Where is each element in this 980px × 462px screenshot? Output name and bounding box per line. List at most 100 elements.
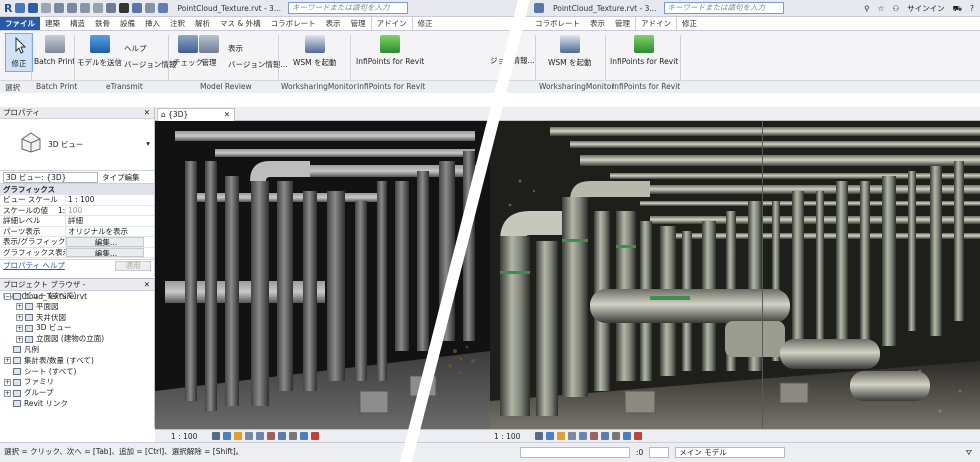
property-row[interactable]: スケールの値 1: 100 (0, 205, 154, 216)
sun-path-icon[interactable] (234, 432, 243, 440)
tab-13[interactable]: 修正 (413, 17, 438, 30)
send-model-button[interactable]: モデルを送信 (77, 35, 122, 68)
open-icon[interactable] (15, 3, 26, 13)
design-option-field[interactable] (649, 447, 670, 458)
crop-icon[interactable] (590, 432, 599, 440)
measure-icon[interactable] (93, 3, 104, 13)
filter-icon[interactable]: ⛛ (966, 448, 972, 458)
revit-logo[interactable]: R (4, 2, 12, 15)
switch-windows-icon[interactable] (158, 3, 169, 13)
property-value[interactable]: 1 : 100 (66, 195, 154, 205)
type-edit-button[interactable]: タイプ編集 (102, 172, 140, 183)
search-input[interactable]: キーワードまたは語句を入力 (287, 2, 408, 14)
property-row[interactable]: 詳細レベル 詳細 (0, 216, 154, 227)
shadows-icon[interactable] (568, 432, 577, 440)
select-panel-label[interactable]: 選択 (5, 82, 20, 93)
workset-field[interactable] (520, 447, 630, 458)
search-input-right[interactable]: キーワードまたは語句を入力 (663, 2, 784, 14)
browser-node[interactable]: Revit リンク (0, 399, 154, 410)
tab-right-3[interactable]: アドイン (635, 16, 677, 30)
tab-12[interactable]: アドイン (370, 16, 413, 30)
tab-right-2[interactable]: 管理 (610, 17, 635, 30)
tab-6[interactable]: 注釈 (165, 17, 190, 30)
render-icon[interactable] (256, 432, 265, 440)
lock-view-icon[interactable] (289, 432, 298, 440)
sync-icon[interactable] (41, 3, 52, 13)
sun-path-icon[interactable] (557, 432, 566, 440)
browser-node[interactable]: + グループ (0, 388, 154, 399)
property-row[interactable]: ビュー スケール 1 : 100 (0, 195, 154, 206)
close-icon[interactable]: ✕ (144, 279, 150, 291)
render-icon[interactable] (579, 432, 588, 440)
thin-lines-icon[interactable] (145, 3, 156, 13)
3d-viewport[interactable] (155, 121, 490, 429)
tab-9[interactable]: コラボレート (266, 17, 321, 30)
browser-node[interactable]: 凡例 (0, 345, 154, 356)
tab-2[interactable]: 構造 (65, 17, 90, 30)
expand-toggle-icon[interactable]: + (16, 314, 23, 322)
modify-button[interactable]: 修正 (5, 33, 33, 72)
view-scale[interactable]: 1 : 100 (171, 432, 197, 441)
tab-right-1[interactable]: 表示 (585, 17, 610, 30)
tab-10[interactable]: 表示 (321, 17, 346, 30)
dimension-icon[interactable] (106, 3, 117, 13)
print-icon[interactable] (80, 3, 91, 13)
help-icon[interactable]: ? (970, 4, 974, 13)
hide-isolate-icon[interactable] (300, 432, 309, 440)
undo-icon[interactable] (54, 3, 65, 13)
tab-4[interactable]: 設備 (115, 17, 140, 30)
star-icon[interactable]: ☆ (878, 4, 885, 13)
expand-toggle-icon[interactable]: + (4, 357, 11, 365)
instance-selector[interactable]: 3D ビュー: {3D} (3, 171, 98, 183)
help-button[interactable]: ヘルプ (124, 43, 147, 54)
text-icon[interactable] (119, 3, 130, 13)
tab-0[interactable]: ファイル (0, 17, 40, 30)
user-icon[interactable]: ⚇ (892, 4, 899, 13)
view-scale-right[interactable]: 1 : 100 (494, 432, 520, 441)
redo-icon[interactable] (67, 3, 78, 13)
tab-right-4[interactable]: 修正 (677, 17, 702, 30)
graphics-group-header[interactable]: グラフィックス (0, 184, 154, 195)
browser-node[interactable]: + ファミリ (0, 377, 154, 388)
shadows-icon[interactable] (245, 432, 254, 440)
browser-node[interactable]: +3D ビュー (0, 323, 154, 334)
3d-view-icon[interactable] (132, 3, 143, 13)
view-tab-3d[interactable]: ⌂ {3D} ✕ (157, 108, 235, 121)
lock-view-icon[interactable] (612, 432, 621, 440)
expand-toggle-icon[interactable]: + (4, 378, 11, 386)
crop-icon[interactable] (267, 432, 276, 440)
tab-1[interactable]: 建築 (40, 17, 65, 30)
signin-button[interactable]: サインイン (907, 3, 945, 14)
reveal-hidden-icon[interactable] (311, 432, 320, 440)
property-row[interactable]: 表示/グラフィックス...編集... (0, 237, 154, 248)
visual-style-icon[interactable] (223, 432, 232, 440)
tab-3[interactable]: 鉄骨 (90, 17, 115, 30)
expand-toggle-icon[interactable]: + (16, 335, 23, 343)
expand-toggle-icon[interactable]: − (4, 292, 11, 300)
property-value[interactable]: 編集... (66, 237, 144, 247)
close-icon[interactable]: ✕ (144, 107, 150, 119)
close-icon[interactable]: ✕ (224, 109, 230, 120)
wsm-start-button-right[interactable]: WSM を起動 (548, 35, 592, 68)
expand-toggle-icon[interactable]: + (16, 303, 23, 311)
cart-icon[interactable]: ⛟ (953, 4, 962, 14)
display-button[interactable]: 表示 (228, 43, 243, 54)
browser-node[interactable]: + 集計表/数量 (すべて) (0, 356, 154, 367)
browser-node[interactable]: + 天井伏図 (0, 313, 154, 324)
tab-8[interactable]: マス & 外構 (215, 17, 266, 30)
browser-node[interactable]: + 立面図 (建物の立面) (0, 334, 154, 345)
batch-print-button[interactable]: Batch Print (34, 35, 75, 66)
property-value[interactable]: オリジナルを表示 (66, 227, 154, 237)
manage-button[interactable]: 管理 (199, 35, 219, 68)
type-selector[interactable]: 3D ビュー ▾ (0, 119, 154, 171)
browser-node[interactable]: シート (すべて) (0, 367, 154, 378)
tab-11[interactable]: 管理 (346, 17, 371, 30)
browser-node[interactable]: − ビュー (すべて) (0, 291, 154, 302)
infipoints-button[interactable]: InfiPoints for Revit (356, 35, 424, 66)
expand-toggle-icon[interactable]: + (4, 389, 11, 397)
show-crop-icon[interactable] (278, 432, 287, 440)
chevron-down-icon[interactable]: ▾ (146, 139, 150, 148)
browser-node[interactable]: + 平面図 (0, 302, 154, 313)
wsm-start-button[interactable]: WSM を起動 (293, 35, 337, 68)
visual-style-icon[interactable] (546, 432, 555, 440)
